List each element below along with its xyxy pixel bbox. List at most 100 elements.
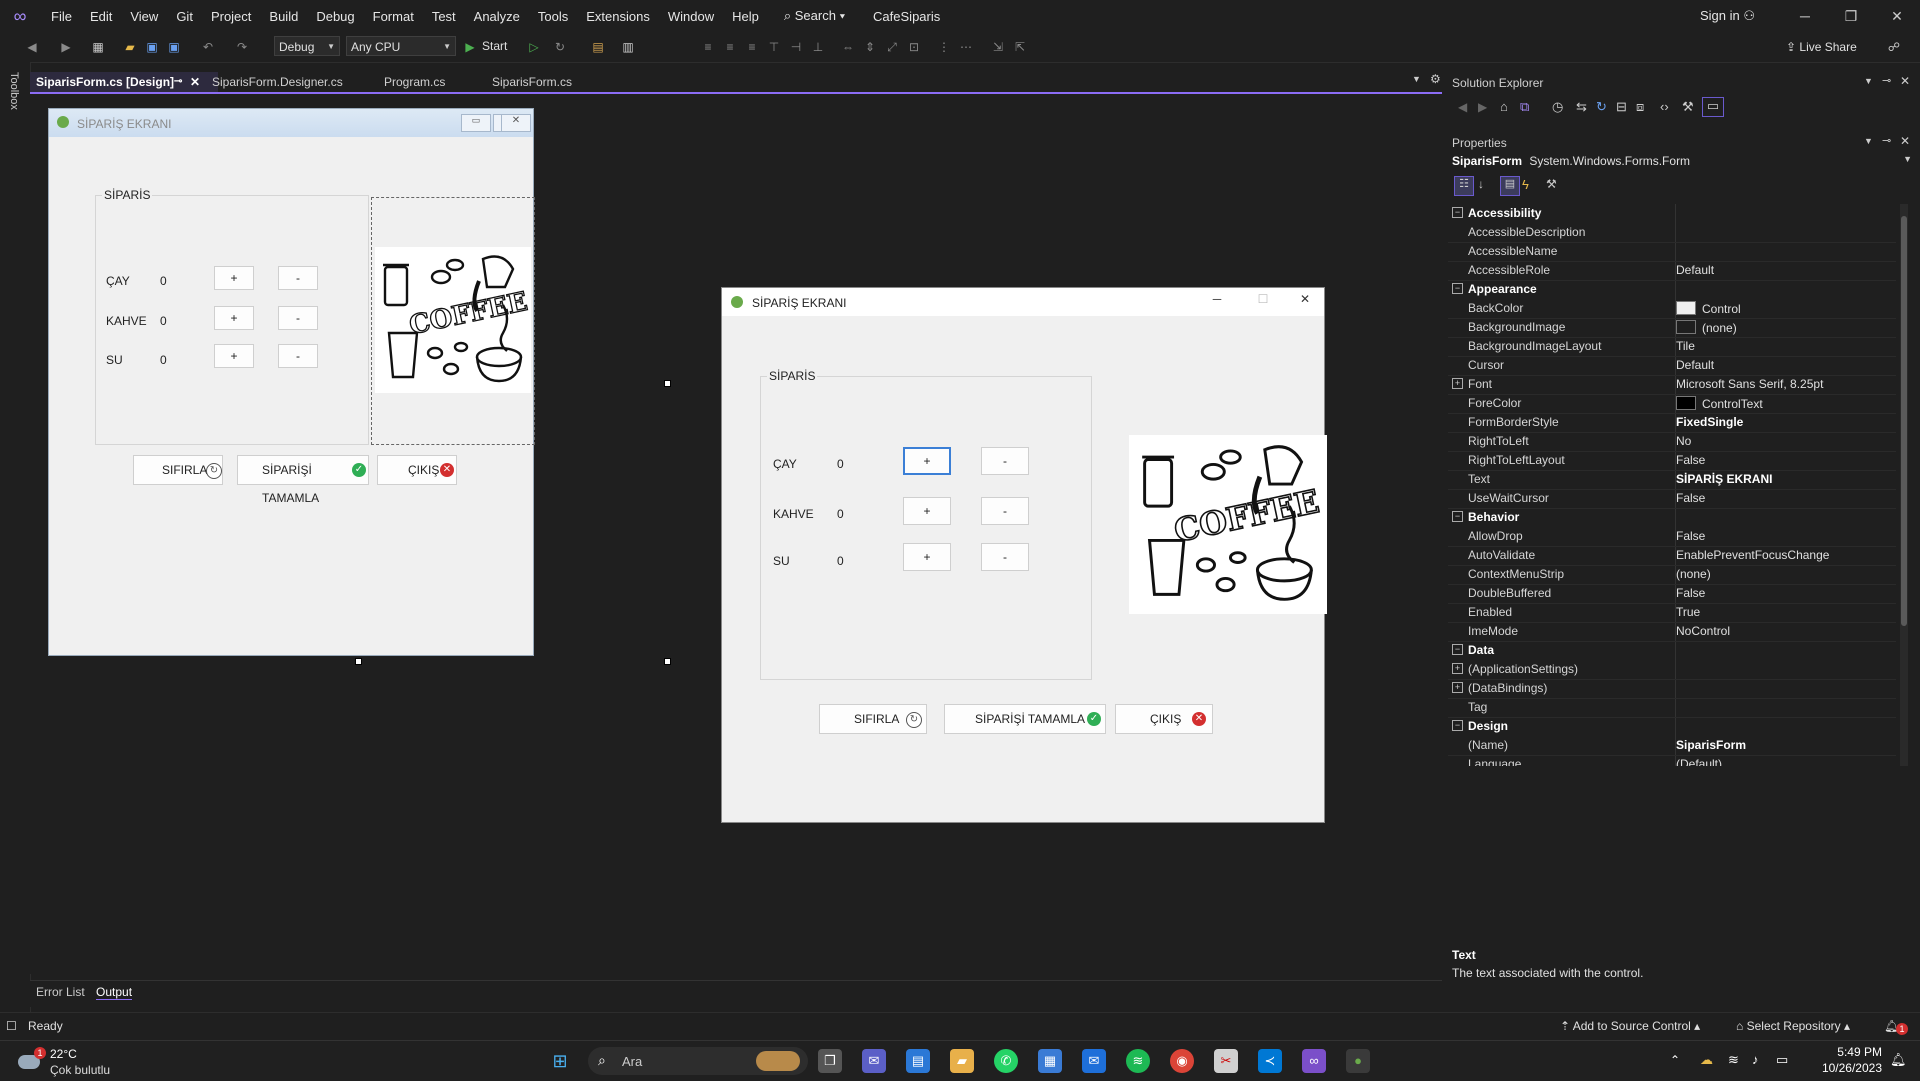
undo-icon[interactable]: ↶ — [200, 39, 216, 55]
menu-test[interactable]: Test — [423, 9, 465, 24]
cafe-siparis-app-icon[interactable]: ● — [1346, 1049, 1370, 1073]
property-value[interactable]: (none) — [1676, 567, 1711, 581]
close-icon[interactable]: ✕ — [1290, 292, 1320, 306]
view-code-icon[interactable]: ‹› — [1660, 99, 1669, 114]
cay-minus-button[interactable]: - — [981, 447, 1029, 475]
design-complete-order-button[interactable]: SİPARİŞİ TAMAMLA ✓ — [237, 455, 369, 505]
start-button[interactable]: Start — [482, 39, 507, 53]
property-value[interactable]: SiparisForm — [1676, 738, 1746, 752]
property-row[interactable]: + Font Microsoft Sans Serif, 8.25pt — [1448, 375, 1896, 395]
running-form-window[interactable]: SİPARİŞ EKRANI ─ ☐ ✕ SİPARİS ÇAY 0 + - K… — [721, 287, 1327, 823]
close-icon[interactable]: ✕ — [190, 72, 200, 92]
expand-icon[interactable]: + — [1452, 378, 1463, 389]
collapse-icon[interactable]: − — [1452, 644, 1463, 655]
vscode-icon[interactable]: ≺ — [1258, 1049, 1282, 1073]
align-left-icon[interactable]: ≡ — [700, 39, 716, 55]
property-row[interactable]: (Name) SiparisForm — [1448, 736, 1896, 756]
align-middle-icon[interactable]: ⊣ — [788, 39, 804, 55]
close-icon[interactable]: ✕ — [1900, 74, 1910, 88]
resize-handle[interactable] — [664, 658, 671, 665]
back-icon[interactable]: ◀ — [1458, 100, 1467, 114]
tab-siparisform-code[interactable]: SiparisForm.cs — [486, 72, 608, 92]
history-icon[interactable]: ◷ — [1552, 99, 1563, 115]
center-horizontally-icon[interactable]: ⇲ — [990, 39, 1006, 55]
property-pages-icon[interactable]: ⚒ — [1546, 177, 1557, 191]
cay-minus-button[interactable]: - — [278, 266, 318, 290]
weather-widget[interactable]: 1 22°C Çok bulutlu — [14, 1047, 134, 1077]
pin-icon[interactable]: ⊸ — [174, 72, 182, 92]
close-window-button[interactable]: ✕ — [1874, 0, 1920, 32]
cay-plus-button[interactable]: + — [214, 266, 254, 290]
close-icon[interactable]: ✕ — [1900, 134, 1910, 148]
center-vertically-icon[interactable]: ⇱ — [1012, 39, 1028, 55]
property-row[interactable]: RightToLeftLayout False — [1448, 451, 1896, 471]
pin-icon[interactable]: ⊸ — [1882, 134, 1891, 147]
property-row[interactable]: BackColor Control — [1448, 299, 1896, 319]
vertical-spacing-icon[interactable]: ⋯ — [958, 39, 974, 55]
task-view-icon[interactable]: ❐ — [818, 1049, 842, 1073]
property-row[interactable]: Text SİPARİŞ EKRANI — [1448, 470, 1896, 490]
menu-git[interactable]: Git — [167, 9, 202, 24]
chrome-icon[interactable]: ◉ — [1170, 1049, 1194, 1073]
solution-platform-select[interactable]: Any CPU ▼ — [346, 36, 456, 56]
pin-icon[interactable]: ⊸ — [1882, 74, 1891, 87]
categorized-icon[interactable]: ☷ — [1454, 176, 1474, 196]
horizontal-spacing-icon[interactable]: ⋮ — [936, 39, 952, 55]
feedback-icon[interactable]: ☍ — [1886, 39, 1902, 55]
align-top-icon[interactable]: ⊤ — [766, 39, 782, 55]
expand-icon[interactable]: + — [1452, 682, 1463, 693]
property-row[interactable]: AllowDrop False — [1448, 527, 1896, 547]
collapse-icon[interactable]: − — [1452, 511, 1463, 522]
forward-icon[interactable]: ▶ — [58, 39, 74, 55]
exit-button[interactable]: ÇIKIŞ ✕ — [1115, 704, 1213, 734]
property-row[interactable]: DoubleBuffered False — [1448, 584, 1896, 604]
layout-icon[interactable]: ▥ — [620, 39, 636, 55]
size-to-grid-icon[interactable]: ⊡ — [906, 39, 922, 55]
property-value[interactable]: EnablePreventFocusChange — [1676, 548, 1829, 562]
reset-button[interactable]: SIFIRLA ↻ — [819, 704, 927, 734]
collapse-icon[interactable]: − — [1452, 283, 1463, 294]
property-category[interactable]: − Data — [1448, 641, 1896, 660]
align-bottom-icon[interactable]: ⊥ — [810, 39, 826, 55]
same-width-icon[interactable]: ⇔ — [840, 39, 856, 55]
property-category[interactable]: − Appearance — [1448, 280, 1896, 299]
complete-order-button[interactable]: SİPARİŞİ TAMAMLA ✓ — [944, 704, 1106, 734]
menu-project[interactable]: Project — [202, 9, 260, 24]
kahve-minus-button[interactable]: - — [981, 497, 1029, 525]
chevron-down-icon[interactable]: ▼ — [1864, 76, 1873, 86]
property-row[interactable]: Language (Default) — [1448, 755, 1896, 766]
chevron-down-icon[interactable]: ▼ — [1864, 136, 1873, 146]
property-row[interactable]: ImeMode NoControl — [1448, 622, 1896, 642]
kahve-plus-button[interactable]: + — [903, 497, 951, 525]
tab-siparisform-designer[interactable]: SiparisForm.Designer.cs — [206, 72, 378, 92]
menu-build[interactable]: Build — [260, 9, 307, 24]
menu-help[interactable]: Help — [723, 9, 768, 24]
kahve-minus-button[interactable]: - — [278, 306, 318, 330]
property-row[interactable]: ForeColor ControlText — [1448, 394, 1896, 414]
mail-icon[interactable]: ✉ — [1082, 1049, 1106, 1073]
design-reset-button[interactable]: SIFIRLA ↻ — [133, 455, 223, 485]
whatsapp-icon[interactable]: ✆ — [994, 1049, 1018, 1073]
property-row[interactable]: AccessibleRole Default — [1448, 261, 1896, 281]
tab-error-list[interactable]: Error List — [36, 985, 85, 999]
volume-icon[interactable]: ♪ — [1752, 1052, 1759, 1067]
property-value[interactable]: Default — [1676, 263, 1714, 277]
sync-icon[interactable]: ⇆ — [1576, 99, 1587, 115]
add-to-source-control-button[interactable]: ⇡ Add to Source Control ▴ — [1560, 1019, 1700, 1033]
property-category[interactable]: − Behavior — [1448, 508, 1896, 527]
property-value[interactable]: Default — [1676, 358, 1714, 372]
visual-studio-logo-icon[interactable]: ∞ — [10, 6, 30, 26]
property-value[interactable]: True — [1676, 605, 1700, 619]
live-share-button[interactable]: ⇪ Live Share — [1786, 40, 1857, 54]
align-right-icon[interactable]: ≡ — [744, 39, 760, 55]
property-row[interactable]: BackgroundImage (none) — [1448, 318, 1896, 338]
property-row[interactable]: UseWaitCursor False — [1448, 489, 1896, 509]
design-form[interactable]: SİPARİŞ EKRANI ▭ ◫ ✕ ✕ SİPARİS ÇAY 0 + -… — [48, 108, 535, 656]
property-value[interactable]: ControlText — [1676, 396, 1763, 411]
new-project-icon[interactable]: ▦ — [90, 39, 106, 55]
same-height-icon[interactable]: ⇕ — [862, 39, 878, 55]
property-row[interactable]: AccessibleName — [1448, 242, 1896, 262]
kahve-plus-button[interactable]: + — [214, 306, 254, 330]
toolbox-tab[interactable]: Toolbox — [8, 72, 20, 110]
windows-start-icon[interactable]: ⊞ — [548, 1049, 572, 1073]
